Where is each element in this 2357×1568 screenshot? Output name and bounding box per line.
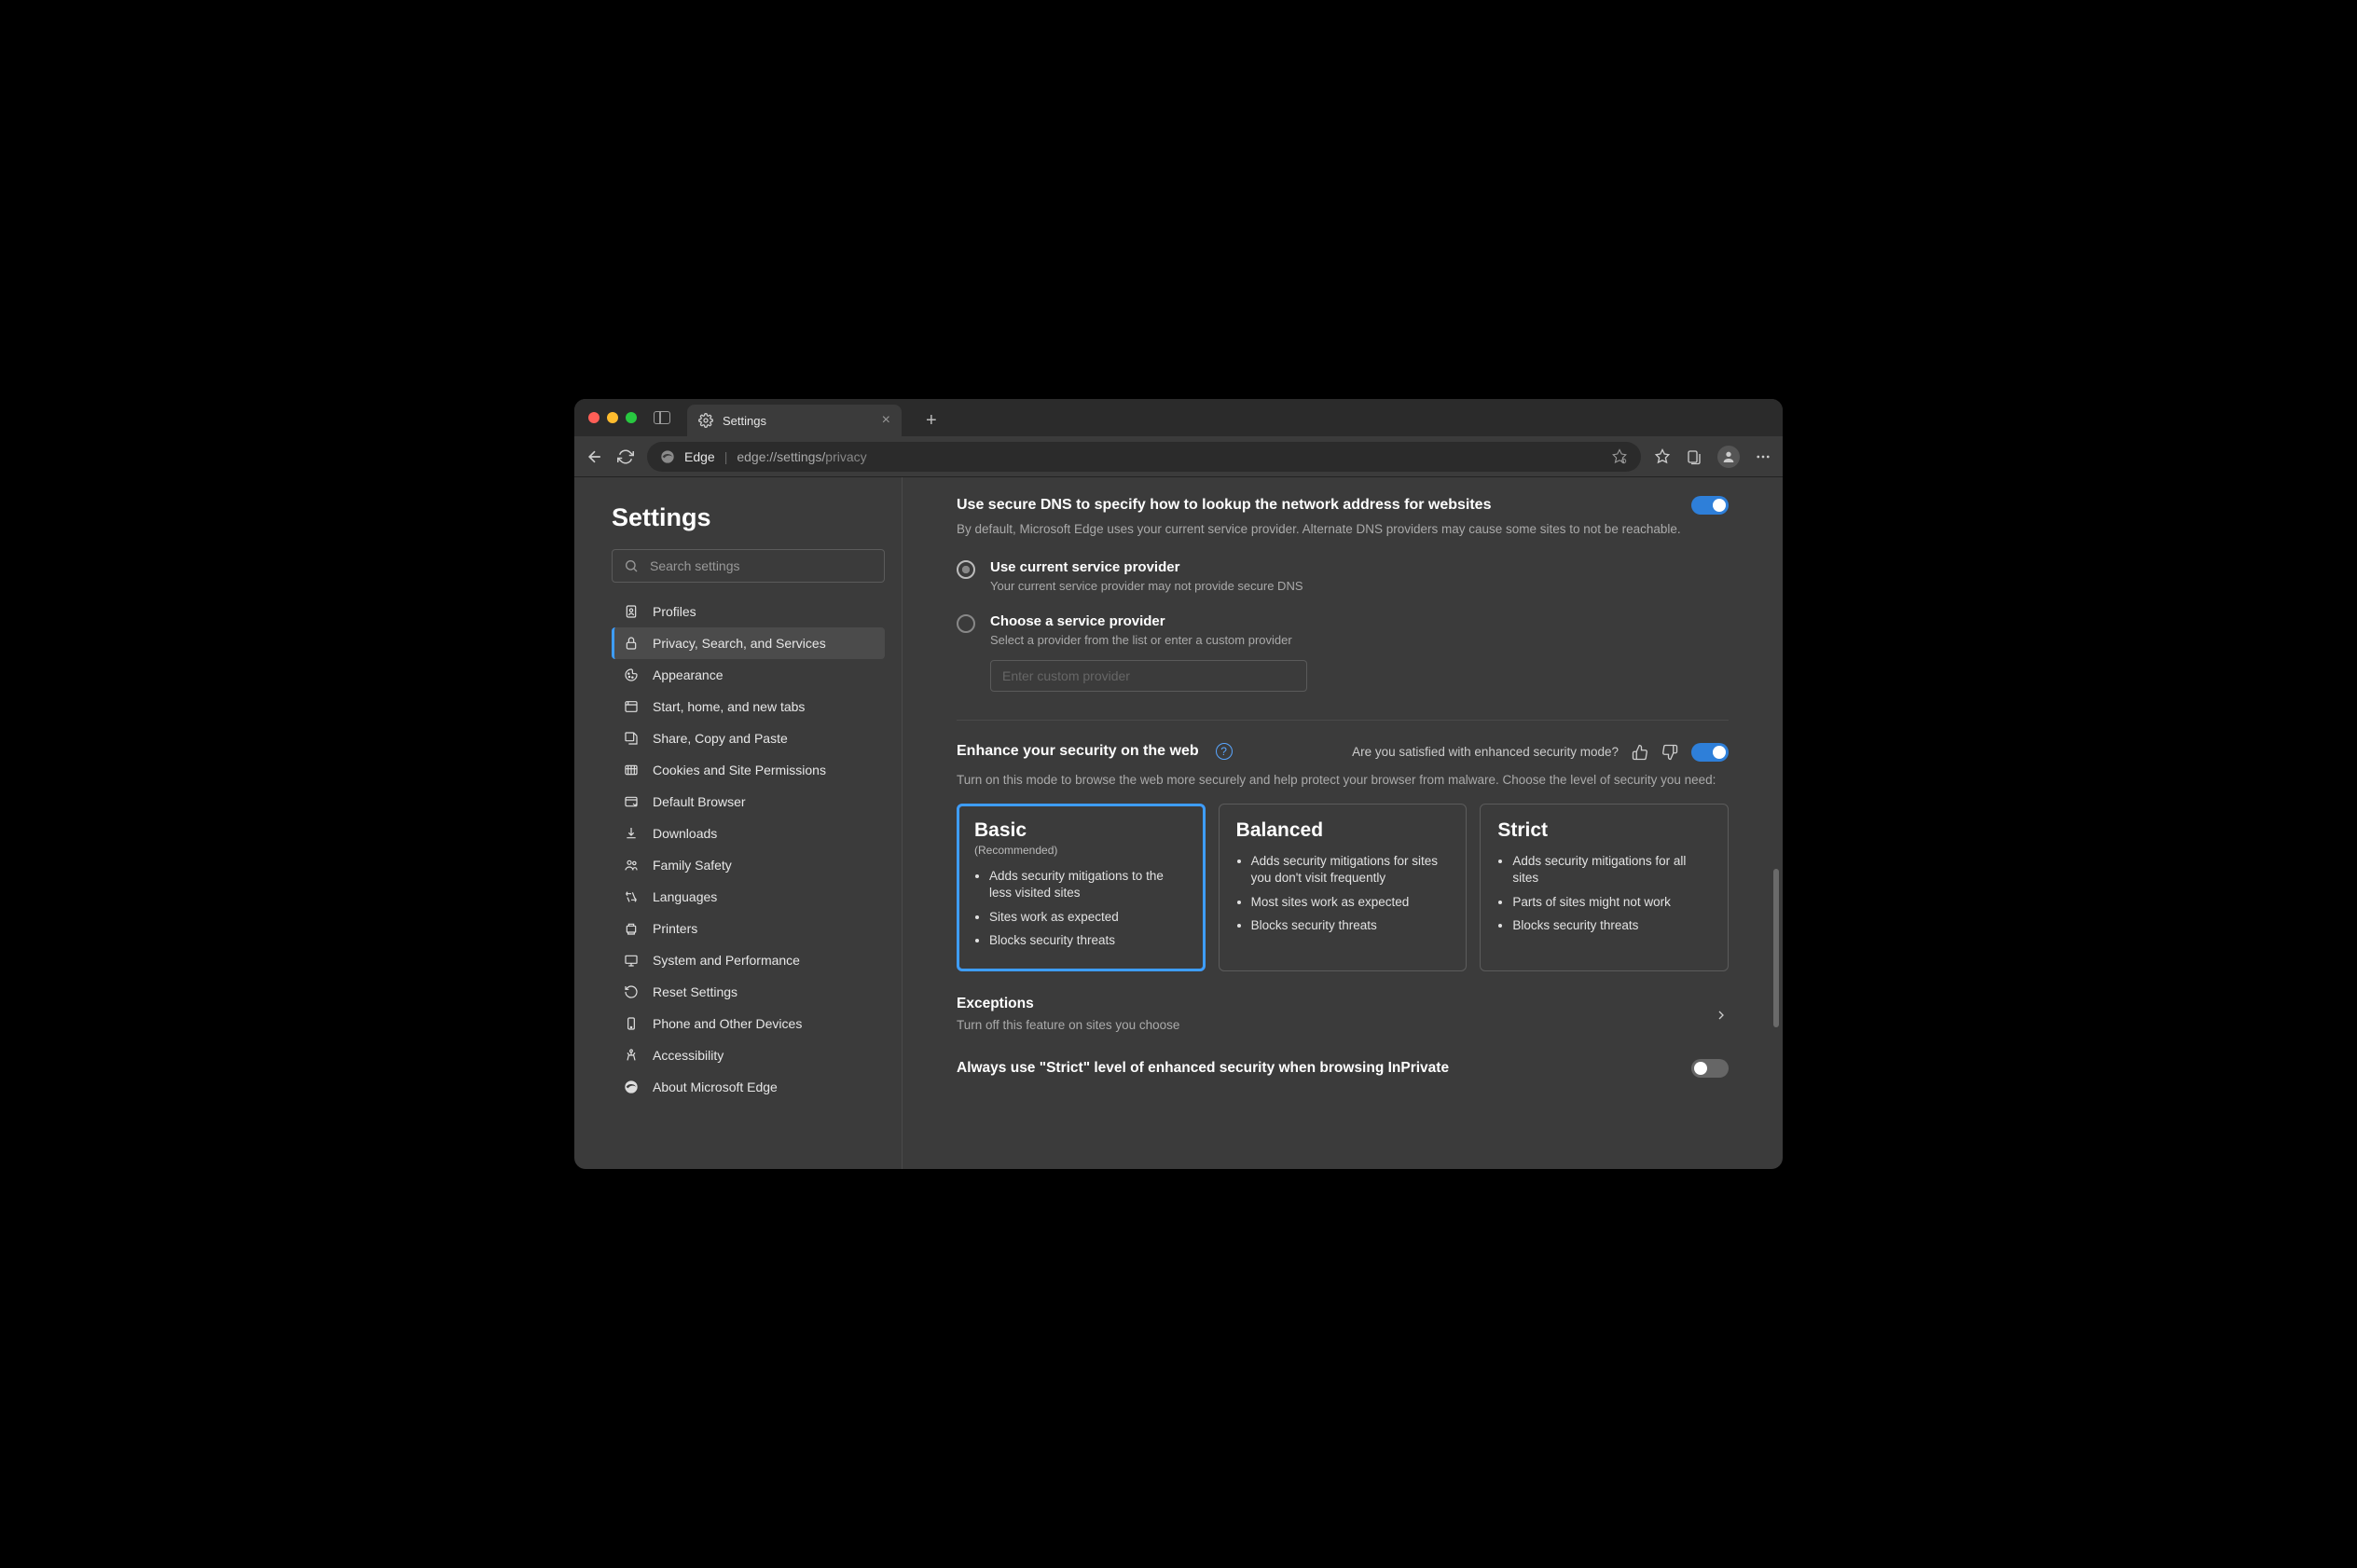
favorites-icon[interactable] bbox=[1654, 448, 1671, 465]
sidebar-item-printers[interactable]: Printers bbox=[612, 913, 885, 944]
nav-icon bbox=[623, 636, 640, 651]
nav-icon bbox=[623, 699, 640, 714]
nav-icon bbox=[623, 858, 640, 873]
sidebar-item-cookies-and-site-permissions[interactable]: Cookies and Site Permissions bbox=[612, 754, 885, 786]
new-tab-button[interactable]: + bbox=[918, 410, 944, 432]
collections-icon[interactable] bbox=[1686, 448, 1702, 465]
sidebar-item-family-safety[interactable]: Family Safety bbox=[612, 849, 885, 881]
sidebar-item-share-copy-and-paste[interactable]: Share, Copy and Paste bbox=[612, 722, 885, 754]
nav-icon bbox=[623, 889, 640, 904]
nav-icon bbox=[623, 1048, 640, 1063]
brand-label: Edge bbox=[684, 449, 715, 464]
close-window-button[interactable] bbox=[588, 412, 600, 423]
back-button[interactable] bbox=[586, 447, 604, 466]
sidebar-item-accessibility[interactable]: Accessibility bbox=[612, 1039, 885, 1071]
nav-icon bbox=[623, 921, 640, 936]
secure-dns-heading: Use secure DNS to specify how to lookup … bbox=[957, 497, 1491, 514]
nav-icon bbox=[623, 1016, 640, 1031]
thumbs-down-button[interactable] bbox=[1661, 744, 1678, 761]
feedback-question: Are you satisfied with enhanced security… bbox=[1352, 745, 1619, 759]
close-tab-button[interactable]: × bbox=[882, 412, 890, 429]
nav-icon bbox=[623, 953, 640, 968]
settings-content: Use secure DNS to specify how to lookup … bbox=[903, 477, 1783, 1169]
toolbar: Edge | edge://settings/privacy bbox=[574, 436, 1783, 477]
scrollbar[interactable] bbox=[1773, 869, 1779, 1027]
nav-icon bbox=[623, 826, 640, 841]
titlebar: Settings × + bbox=[574, 399, 1783, 436]
inprivate-strict-toggle[interactable] bbox=[1691, 1059, 1729, 1078]
sidebar-item-downloads[interactable]: Downloads bbox=[612, 818, 885, 849]
tab-overview-icon[interactable] bbox=[654, 411, 670, 424]
search-icon bbox=[624, 558, 639, 573]
tab-title: Settings bbox=[723, 414, 766, 428]
sidebar-item-profiles[interactable]: Profiles bbox=[612, 596, 885, 627]
sidebar-item-about-microsoft-edge[interactable]: About Microsoft Edge bbox=[612, 1071, 885, 1103]
browser-window: Settings × + Edge | edge://settings/priv… bbox=[574, 399, 1783, 1169]
secure-dns-toggle[interactable] bbox=[1691, 496, 1729, 515]
thumbs-up-button[interactable] bbox=[1632, 744, 1648, 761]
settings-sidebar: Settings Search settings ProfilesPrivacy… bbox=[574, 477, 903, 1169]
help-icon[interactable]: ? bbox=[1216, 743, 1233, 760]
gear-icon bbox=[698, 413, 713, 428]
inprivate-strict-row: Always use "Strict" level of enhanced se… bbox=[957, 1059, 1729, 1078]
nav-icon bbox=[623, 604, 640, 619]
custom-provider-input[interactable]: Enter custom provider bbox=[990, 660, 1307, 692]
enhance-security-toggle[interactable] bbox=[1691, 743, 1729, 762]
nav-icon bbox=[623, 731, 640, 746]
menu-button[interactable] bbox=[1755, 448, 1771, 465]
maximize-window-button[interactable] bbox=[626, 412, 637, 423]
security-card-strict[interactable]: StrictAdds security mitigations for all … bbox=[1480, 804, 1729, 971]
sidebar-item-system-and-performance[interactable]: System and Performance bbox=[612, 944, 885, 976]
security-card-basic[interactable]: Basic(Recommended)Adds security mitigati… bbox=[957, 804, 1206, 971]
dns-option-choose[interactable]: Choose a service provider Select a provi… bbox=[957, 613, 1729, 647]
sidebar-item-privacy-search-and-services[interactable]: Privacy, Search, and Services bbox=[612, 627, 885, 659]
minimize-window-button[interactable] bbox=[607, 412, 618, 423]
address-bar[interactable]: Edge | edge://settings/privacy bbox=[647, 442, 1641, 472]
dns-option-current[interactable]: Use current service provider Your curren… bbox=[957, 559, 1729, 593]
security-card-balanced[interactable]: BalancedAdds security mitigations for si… bbox=[1219, 804, 1468, 971]
toolbar-actions bbox=[1654, 446, 1771, 468]
sidebar-item-phone-and-other-devices[interactable]: Phone and Other Devices bbox=[612, 1008, 885, 1039]
nav-icon bbox=[623, 794, 640, 809]
refresh-button[interactable] bbox=[617, 448, 634, 465]
window-controls bbox=[588, 412, 637, 423]
edge-logo-icon bbox=[660, 449, 675, 464]
browser-tab[interactable]: Settings × bbox=[687, 405, 902, 436]
read-aloud-icon[interactable] bbox=[1611, 448, 1628, 465]
search-settings-input[interactable]: Search settings bbox=[612, 549, 885, 583]
sidebar-item-appearance[interactable]: Appearance bbox=[612, 659, 885, 691]
enhance-description: Turn on this mode to browse the web more… bbox=[957, 771, 1729, 790]
enhance-security-heading: Enhance your security on the web bbox=[957, 743, 1199, 760]
nav-icon bbox=[623, 667, 640, 682]
chevron-right-icon bbox=[1714, 1008, 1729, 1023]
sidebar-item-reset-settings[interactable]: Reset Settings bbox=[612, 976, 885, 1008]
radio-icon bbox=[957, 614, 975, 633]
sidebar-item-default-browser[interactable]: Default Browser bbox=[612, 786, 885, 818]
nav-icon bbox=[623, 984, 640, 999]
nav-icon bbox=[623, 1080, 640, 1094]
sidebar-title: Settings bbox=[612, 503, 885, 532]
secure-dns-description: By default, Microsoft Edge uses your cur… bbox=[957, 520, 1729, 539]
profile-avatar[interactable] bbox=[1717, 446, 1740, 468]
sidebar-item-start-home-and-new-tabs[interactable]: Start, home, and new tabs bbox=[612, 691, 885, 722]
exceptions-row[interactable]: Exceptions Turn off this feature on site… bbox=[957, 996, 1729, 1035]
nav-icon bbox=[623, 763, 640, 777]
sidebar-item-languages[interactable]: Languages bbox=[612, 881, 885, 913]
radio-icon bbox=[957, 560, 975, 579]
